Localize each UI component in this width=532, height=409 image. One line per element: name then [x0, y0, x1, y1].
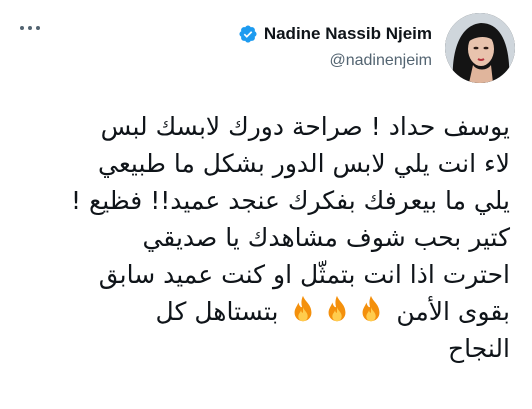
fire-emoji-icon	[294, 295, 312, 322]
more-dot	[28, 26, 32, 30]
avatar-image	[445, 13, 515, 83]
author-display-name[interactable]: Nadine Nassib Njeim	[264, 24, 432, 44]
tweet-line: كتير بحب شوف مشاهدك يا صديقي	[142, 223, 510, 252]
tweet-text: يوسف حداد ! صراحة دورك لابسك لبس لاء انت…	[20, 108, 510, 367]
tweet-header: Nadine Nassib Njeim @nadinenjeim	[0, 0, 532, 100]
author-info: Nadine Nassib Njeim @nadinenjeim	[238, 24, 432, 70]
tweet-line-with-emoji: بقوى الأمن بتستاهل كل	[20, 293, 510, 330]
tweet-line: لاء انت يلي لابس الدور بشكل ما طبيعي	[98, 149, 510, 178]
tweet-line: يوسف حداد ! صراحة دورك لابسك لبس	[100, 112, 510, 141]
more-options-button[interactable]	[20, 26, 40, 30]
tweet-line-part: بقوى الأمن	[396, 297, 510, 326]
tweet-line: احترت اذا انت بتمثّل او كنت عميد سابق	[98, 260, 510, 289]
author-name-row[interactable]: Nadine Nassib Njeim	[238, 24, 432, 44]
author-handle[interactable]: @nadinenjeim	[238, 52, 432, 70]
tweet-line: يلي ما بيعرفك بفكرك عنجد عميد!! فظيع !	[70, 186, 510, 215]
tweet-line: النجاح	[448, 334, 510, 363]
fire-emoji-icon	[328, 295, 346, 322]
verified-badge-icon	[239, 25, 257, 43]
author-avatar[interactable]	[445, 13, 515, 83]
fire-emoji-icon	[362, 295, 380, 322]
more-dot	[36, 26, 40, 30]
tweet-line-part: بتستاهل كل	[155, 297, 279, 326]
more-dot	[20, 26, 24, 30]
